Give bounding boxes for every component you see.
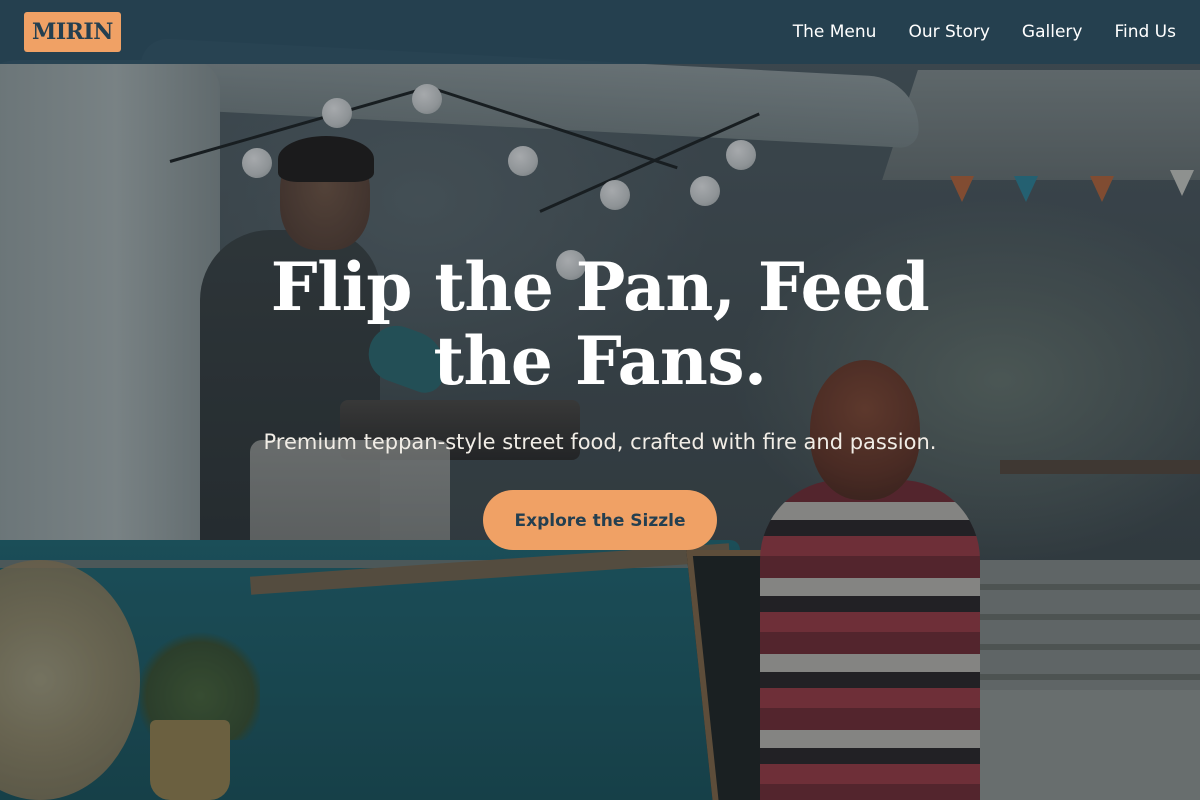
nav-link-our-story[interactable]: Our Story — [908, 22, 989, 42]
nav-link-find-us[interactable]: Find Us — [1114, 22, 1176, 42]
nav-links: The Menu Our Story Gallery Find Us — [793, 22, 1176, 42]
hero-section: Flip the Pan, Feed the Fans. Premium tep… — [0, 250, 1200, 550]
page: MIRIN The Menu Our Story Gallery Find Us… — [0, 0, 1200, 800]
hero-title: Flip the Pan, Feed the Fans. — [270, 248, 930, 400]
nav-link-gallery[interactable]: Gallery — [1022, 22, 1083, 42]
hero-subtitle: Premium teppan-style street food, crafte… — [263, 430, 937, 454]
top-navigation-bar: MIRIN The Menu Our Story Gallery Find Us — [0, 0, 1200, 64]
explore-the-sizzle-button[interactable]: Explore the Sizzle — [483, 490, 717, 550]
nav-link-the-menu[interactable]: The Menu — [793, 22, 877, 42]
brand-logo[interactable]: MIRIN — [24, 12, 121, 52]
